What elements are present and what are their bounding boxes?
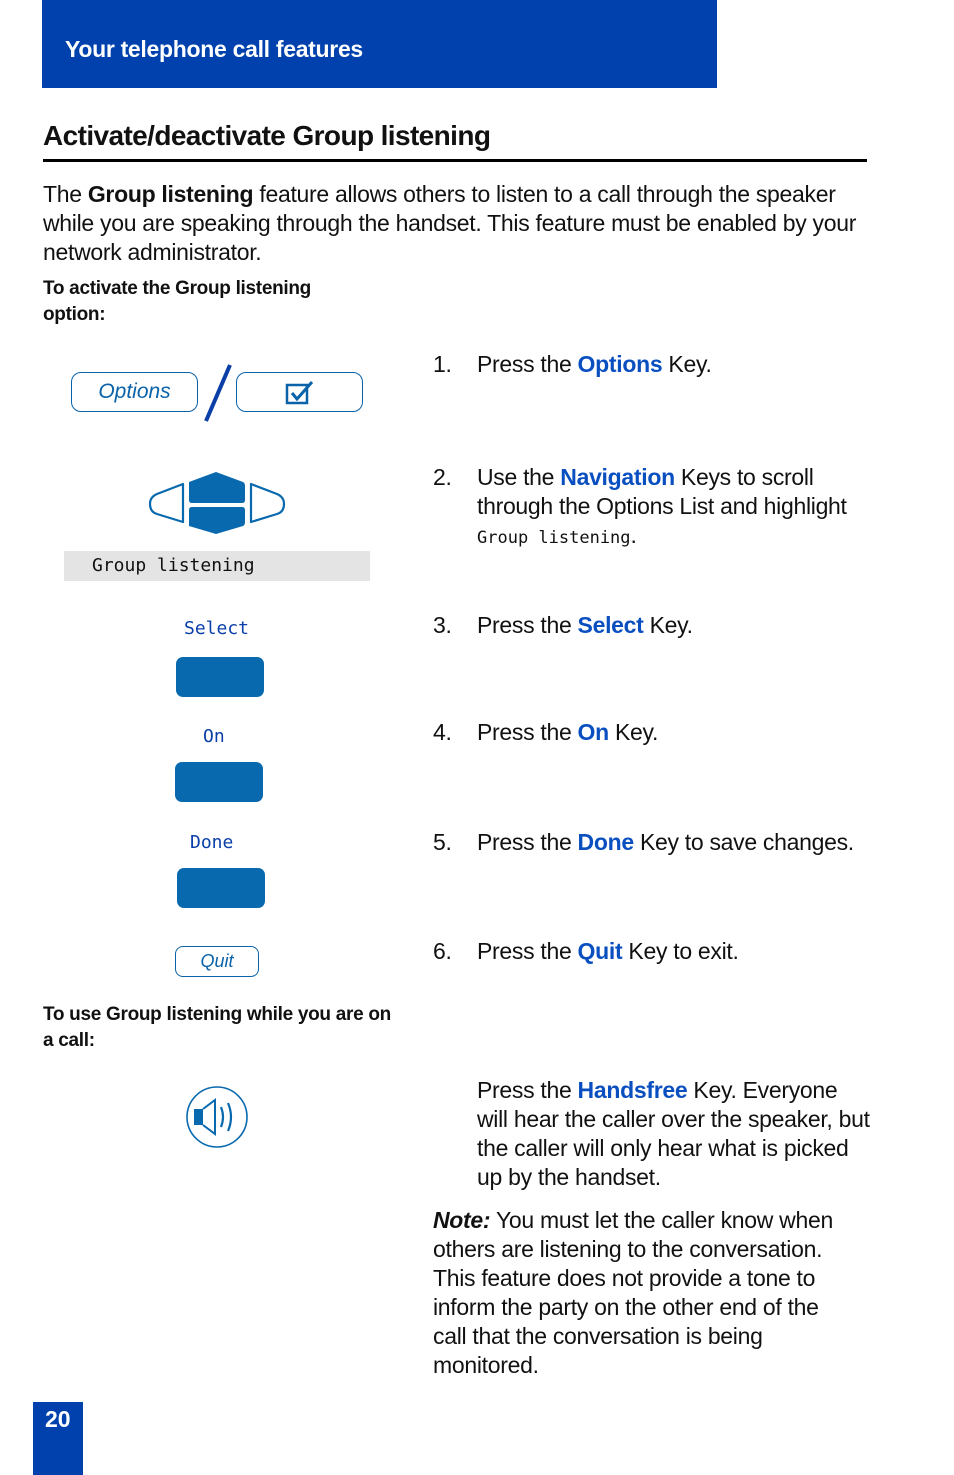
- step-key: On: [577, 719, 610, 745]
- step-text: Press the: [477, 719, 578, 745]
- step-4: 4. Press the On Key.: [433, 718, 658, 747]
- page-title: Activate/deactivate Group listening: [43, 120, 491, 151]
- step-text: Press the: [477, 938, 578, 964]
- select-key-button[interactable]: [176, 657, 264, 697]
- title-divider: [43, 159, 867, 162]
- activate-heading: To activate the Group listening option:: [43, 278, 311, 325]
- step-2: 2. Use the Navigation Keys to scroll thro…: [433, 463, 872, 553]
- step-text: Key.: [643, 612, 693, 638]
- note-label: Note:: [433, 1207, 491, 1233]
- page-number: 20: [45, 1406, 71, 1432]
- page-number-tab: 20: [33, 1402, 83, 1475]
- step-key: Select: [577, 612, 644, 638]
- step-number: 3.: [433, 612, 452, 638]
- step-text: Use the: [477, 464, 561, 490]
- step-key: Done: [577, 829, 635, 855]
- note-paragraph: Note: You must let the caller know when …: [433, 1206, 853, 1380]
- handsfree-instruction: Press the Handsfree Key. Everyone will h…: [477, 1076, 872, 1192]
- quit-softkey[interactable]: Quit: [175, 946, 259, 977]
- done-key-button[interactable]: [177, 868, 265, 908]
- step-text: Key.: [662, 351, 712, 377]
- step-text: Press the: [477, 829, 578, 855]
- select-label: Select: [184, 618, 250, 639]
- section-header-banner: Your telephone call features: [42, 0, 717, 88]
- display-line-text: Group listening: [92, 555, 255, 576]
- step-1: 1. Press the Options Key.: [433, 350, 712, 379]
- intro-paragraph: The Group listening feature allows other…: [43, 180, 873, 267]
- slash-divider-icon: [204, 364, 232, 422]
- intro-bold: Group listening: [87, 181, 254, 207]
- checkmark-softkey[interactable]: [236, 372, 363, 412]
- step-text: Key to save changes.: [633, 829, 854, 855]
- step-text: Key to exit.: [622, 938, 739, 964]
- step-text: .: [630, 522, 637, 548]
- step-number: 2.: [433, 464, 452, 490]
- step-3: 3. Press the Select Key.: [433, 611, 693, 640]
- handsfree-speaker-icon[interactable]: [184, 1084, 250, 1150]
- display-line: Group listening: [64, 551, 370, 581]
- handsfree-text: Press the: [477, 1077, 578, 1103]
- during-call-heading: To use Group listening while you are on …: [43, 1004, 391, 1051]
- options-softkey[interactable]: Options: [71, 372, 198, 412]
- step-5: 5. Press the Done Key to save changes.: [433, 828, 854, 857]
- note-text: You must let the caller know when others…: [433, 1207, 833, 1378]
- step-key: Navigation: [560, 464, 675, 490]
- handsfree-key: Handsfree: [577, 1077, 688, 1103]
- intro-pre: The: [43, 181, 88, 207]
- step-text: Press the: [477, 612, 578, 638]
- step-number: 5.: [433, 829, 452, 855]
- checkmark-box-icon: [285, 381, 313, 405]
- step-text: Press the: [477, 351, 578, 377]
- step-number: 6.: [433, 938, 452, 964]
- quit-softkey-label: Quit: [200, 951, 234, 971]
- on-label: On: [203, 726, 225, 747]
- step-lcd-text: Group listening: [477, 528, 631, 548]
- step-6: 6. Press the Quit Key to exit.: [433, 937, 739, 966]
- navigation-keys-icon: [148, 472, 286, 534]
- step-number: 4.: [433, 719, 452, 745]
- step-number: 1.: [433, 351, 452, 377]
- section-title: Your telephone call features: [65, 36, 363, 62]
- step-key: Quit: [577, 938, 623, 964]
- on-key-button[interactable]: [175, 762, 263, 802]
- step-text: Key.: [608, 719, 659, 745]
- step-key: Options: [577, 351, 663, 377]
- done-label: Done: [190, 832, 234, 853]
- options-softkey-label: Options: [98, 380, 171, 403]
